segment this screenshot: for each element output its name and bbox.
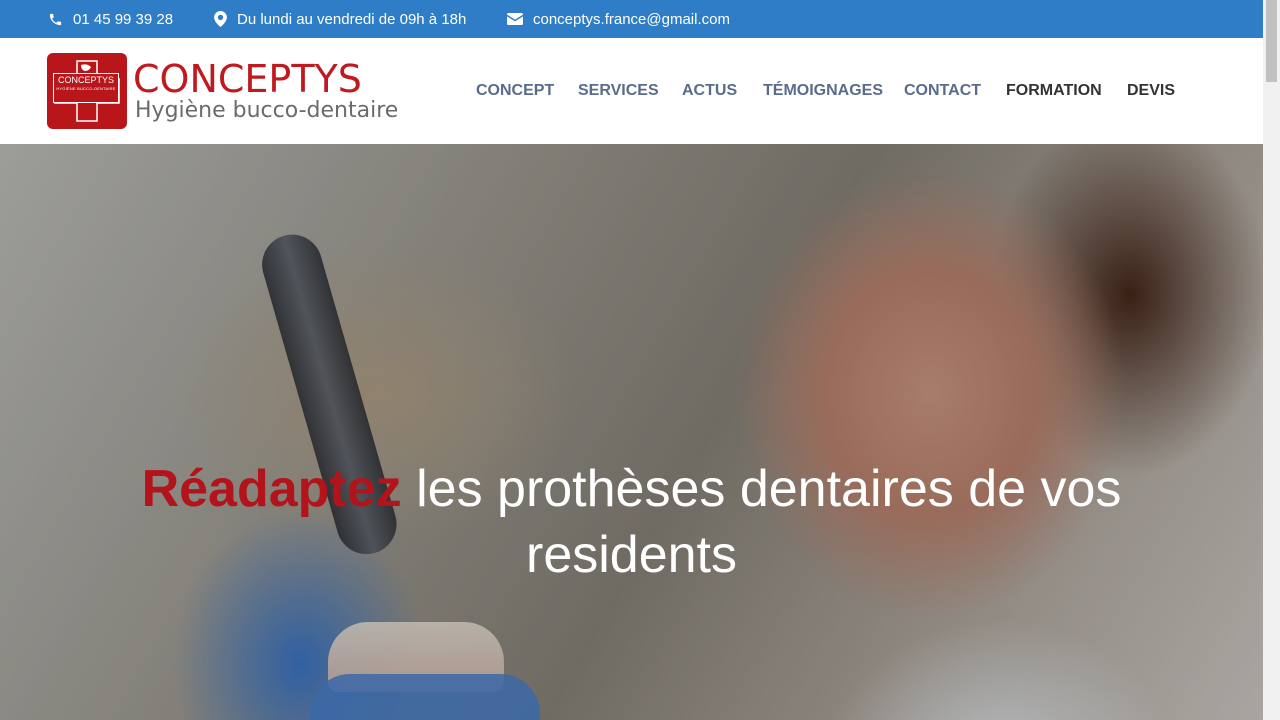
envelope-icon <box>507 13 523 25</box>
nav-actus[interactable]: ACTUS <box>682 81 737 101</box>
nav-devis[interactable]: DEVIS <box>1127 81 1175 101</box>
nav-services[interactable]: SERVICES <box>578 81 659 101</box>
hero-title-rest: les prothèses dentaires de vos <box>401 460 1122 518</box>
nav-concept[interactable]: CONCEPT <box>476 81 554 101</box>
main-navigation: CONCEPT SERVICES ACTUS TÉMOIGNAGES CONTA… <box>0 38 1263 144</box>
hero-title-accent: Réadaptez <box>141 460 402 518</box>
hours-text: Du lundi au vendredi de 09h à 18h <box>237 10 467 28</box>
hero-title: Réadaptez les prothèses dentaires de vos… <box>0 456 1263 588</box>
page-scrollbar[interactable] <box>1263 0 1280 720</box>
nav-temoignages[interactable]: TÉMOIGNAGES <box>763 81 883 101</box>
hero-overlay <box>0 144 1263 720</box>
email-address: conceptys.france@gmail.com <box>533 10 730 28</box>
nav-contact[interactable]: CONTACT <box>904 81 981 101</box>
map-pin-icon <box>214 11 227 27</box>
phone-contact[interactable]: 01 45 99 39 28 <box>48 0 173 38</box>
opening-hours: Du lundi au vendredi de 09h à 18h <box>214 0 466 38</box>
site-header: CONCEPTYS HYGIÈNE BUCCO-DENTAIRE CONCEPT… <box>0 38 1263 144</box>
phone-number: 01 45 99 39 28 <box>73 10 174 28</box>
hero-banner: Réadaptez les prothèses dentaires de vos… <box>0 144 1263 720</box>
hero-title-line2: residents <box>526 526 737 584</box>
top-info-bar: 01 45 99 39 28 Du lundi au vendredi de 0… <box>0 0 1263 38</box>
nav-formation[interactable]: FORMATION <box>1006 81 1102 101</box>
scrollbar-thumb[interactable] <box>1266 0 1277 82</box>
email-contact[interactable]: conceptys.france@gmail.com <box>507 0 730 38</box>
phone-icon <box>49 13 62 25</box>
